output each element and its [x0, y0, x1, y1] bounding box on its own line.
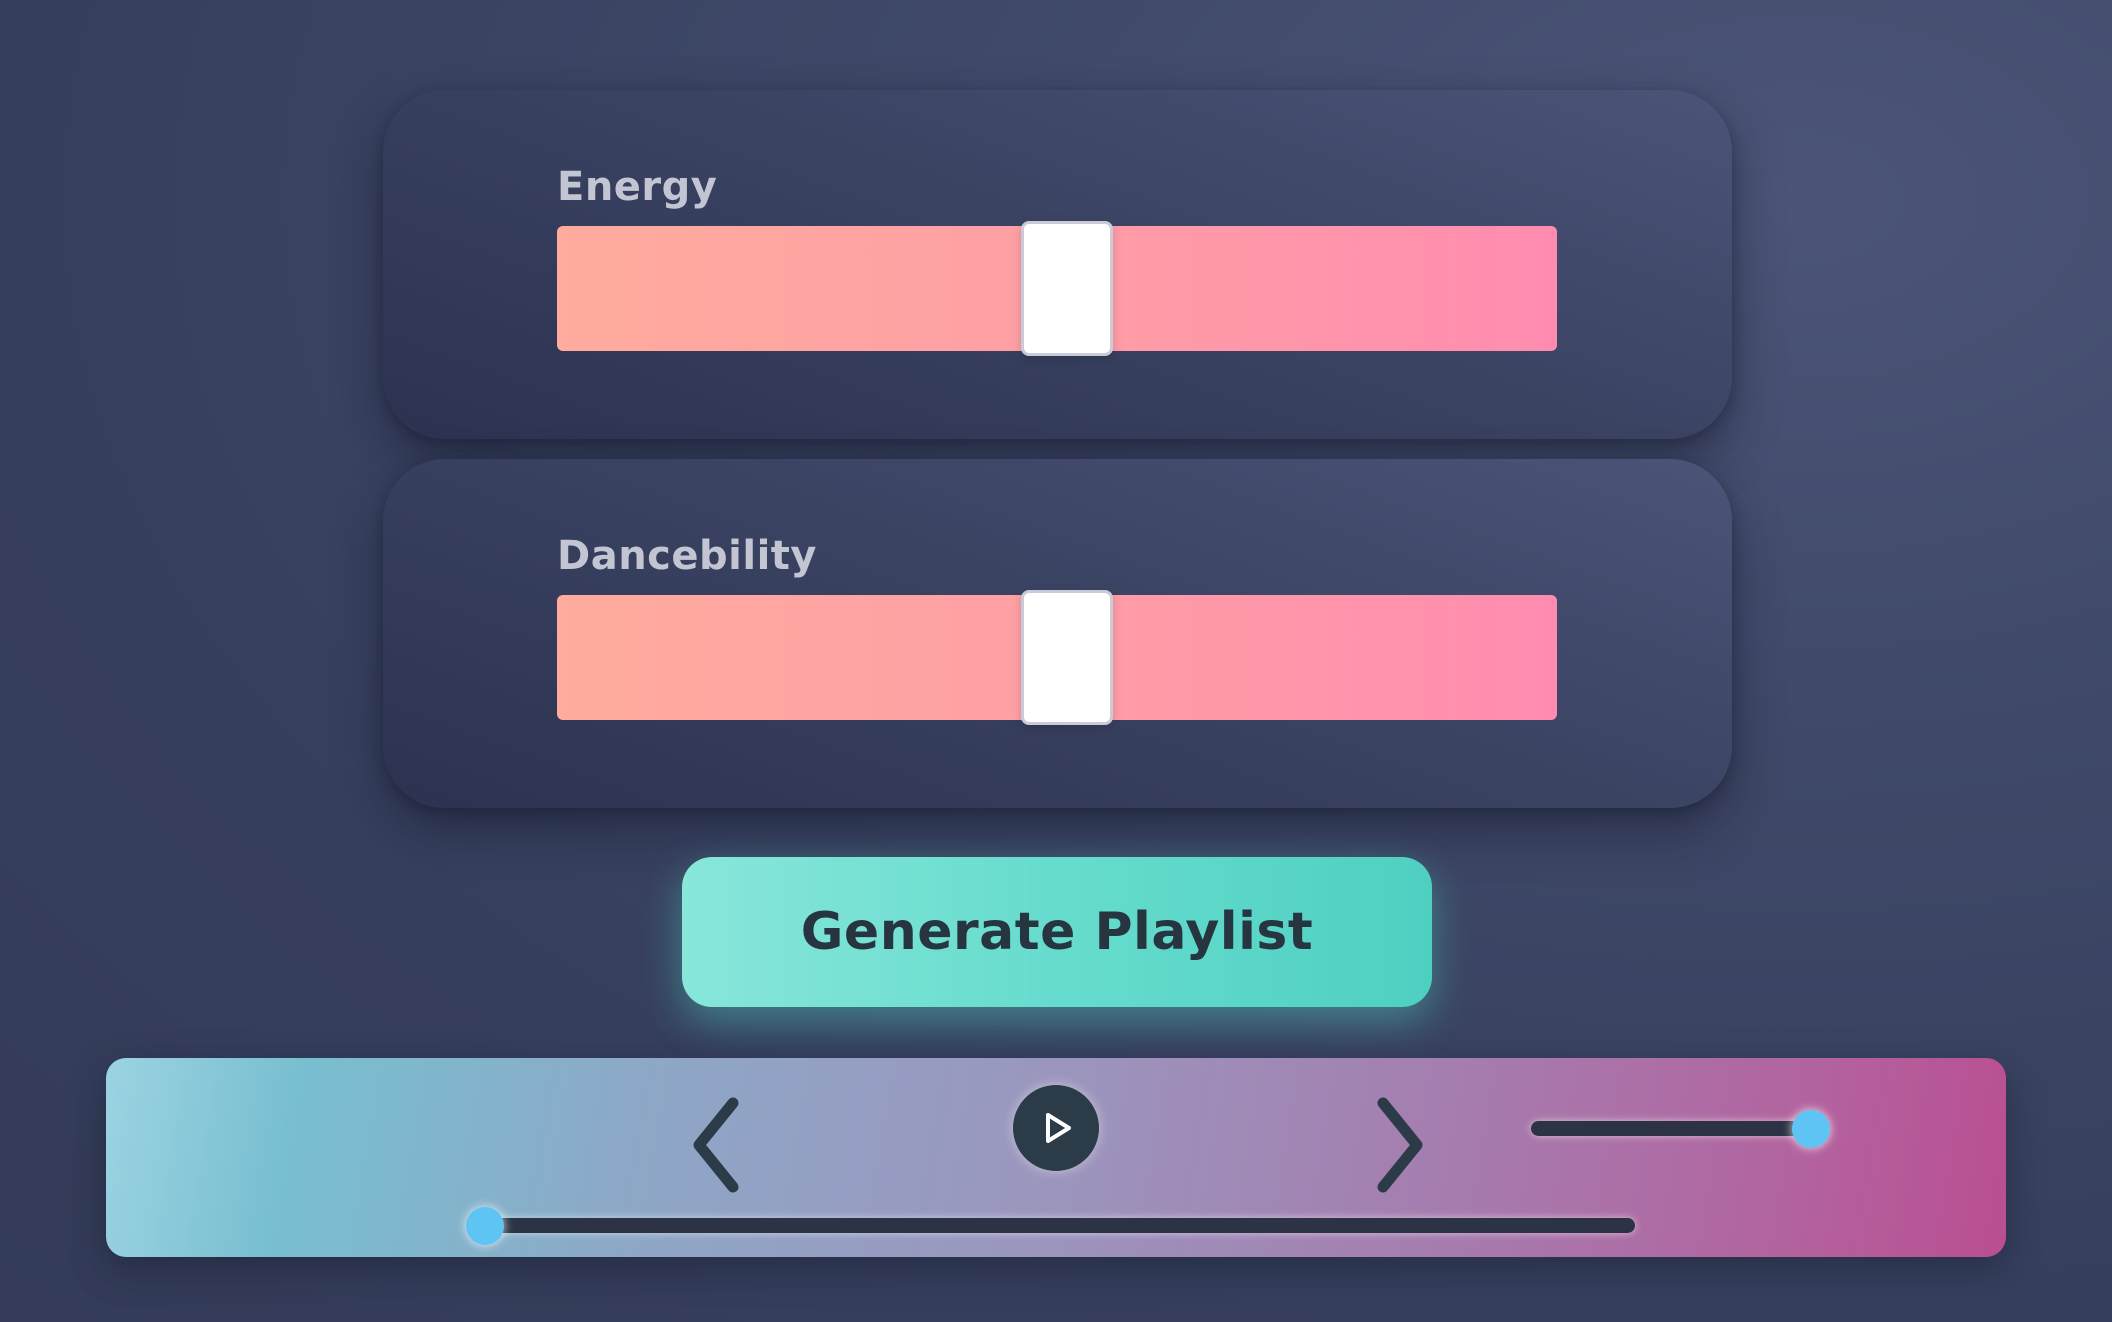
generate-playlist-button[interactable]: Generate Playlist [682, 857, 1432, 1007]
next-button[interactable] [1362, 1080, 1432, 1210]
energy-card: Energy [383, 90, 1732, 439]
previous-button[interactable] [684, 1080, 754, 1210]
danceability-label: Dancebility [557, 533, 817, 579]
danceability-card: Dancebility [383, 459, 1732, 808]
energy-label: Energy [557, 164, 718, 210]
seek-bar[interactable] [466, 1206, 1635, 1245]
danceability-slider-track[interactable] [557, 590, 1557, 725]
chevron-right-icon [1377, 1097, 1423, 1193]
play-icon [1046, 1113, 1071, 1143]
danceability-slider-thumb[interactable] [1021, 590, 1113, 725]
chevron-left-icon [693, 1097, 739, 1193]
seek-knob[interactable] [466, 1206, 504, 1245]
player-bar [106, 1058, 2006, 1257]
volume-slider[interactable] [1531, 1109, 1830, 1148]
volume-knob[interactable] [1792, 1109, 1830, 1148]
play-button[interactable] [1013, 1085, 1099, 1171]
energy-slider-track[interactable] [557, 221, 1557, 356]
energy-slider-thumb[interactable] [1021, 221, 1113, 356]
